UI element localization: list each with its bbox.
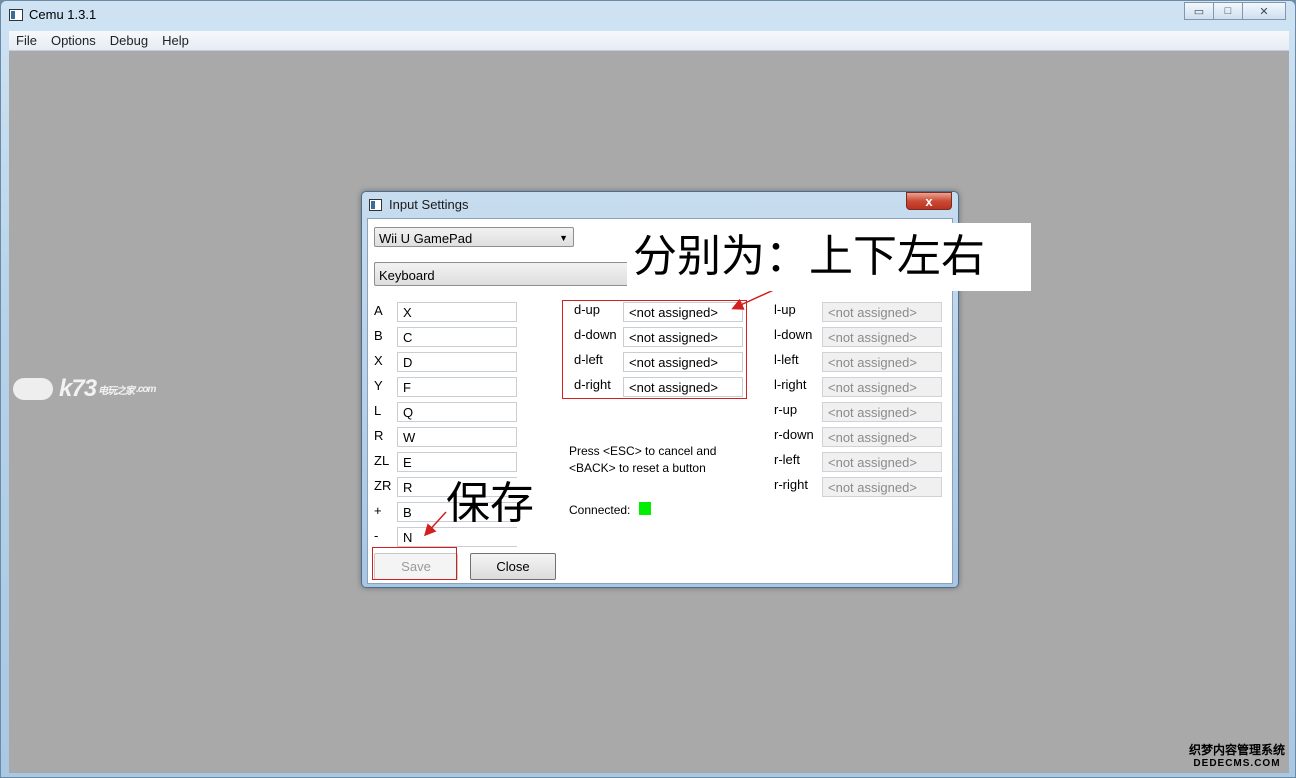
close-icon: ✕	[1259, 5, 1269, 18]
menu-help[interactable]: Help	[155, 33, 196, 48]
dpad-highlight-box	[562, 300, 747, 399]
stick-field-l-right[interactable]: <not assigned>	[822, 377, 942, 397]
stick-field-l-up[interactable]: <not assigned>	[822, 302, 942, 322]
connected-label: Connected:	[569, 503, 631, 517]
corner-watermark: 织梦内容管理系统 DEDECMS.COM	[1189, 741, 1285, 769]
dialog-window-icon	[369, 199, 382, 211]
controller-type-select[interactable]: Wii U GamePad ▼	[374, 227, 574, 247]
stick-label-l-left: l-left	[774, 352, 799, 367]
close-button[interactable]: Close	[470, 553, 556, 580]
menu-bar: File Options Debug Help	[9, 31, 1289, 51]
button-label-r: R	[374, 428, 384, 443]
watermark-logo-domain: .com	[136, 383, 156, 395]
site-watermark-logo: k73 电玩之家 .com	[13, 375, 156, 403]
title-bar[interactable]: Cemu 1.3.1 ▭ □ ✕	[1, 1, 1295, 31]
menu-debug[interactable]: Debug	[103, 33, 155, 48]
button-field-l[interactable]: Q	[397, 402, 517, 422]
button-field-minus[interactable]: N	[397, 527, 517, 547]
connected-status-indicator	[639, 502, 651, 515]
save-highlight-box	[372, 547, 457, 580]
minimize-icon: ▭	[1193, 5, 1205, 18]
app-title: Cemu 1.3.1	[29, 7, 97, 22]
button-label-zr: ZR	[374, 478, 392, 493]
corner-watermark-line2: DEDECMS.COM	[1193, 758, 1281, 769]
stick-label-r-right: r-right	[774, 477, 808, 492]
button-field-x[interactable]: D	[397, 352, 517, 372]
watermark-logo-subtext: 电玩之家	[98, 385, 135, 397]
dpad-annotation: 分别为：上下左右	[627, 223, 1031, 291]
close-window-button[interactable]: ✕	[1242, 2, 1286, 20]
dialog-title: Input Settings	[389, 197, 469, 212]
menu-options[interactable]: Options	[44, 33, 103, 48]
button-field-a[interactable]: X	[397, 302, 517, 322]
dialog-close-button[interactable]: x	[906, 192, 952, 210]
button-label-y: Y	[374, 378, 383, 393]
menu-file[interactable]: File	[9, 33, 44, 48]
stick-field-l-left[interactable]: <not assigned>	[822, 352, 942, 372]
close-icon: x	[925, 193, 933, 209]
save-annotation: 保存	[446, 478, 534, 529]
corner-watermark-line1: 织梦内容管理系统	[1188, 743, 1285, 757]
input-api-value: Keyboard	[379, 268, 435, 283]
stick-field-r-down[interactable]: <not assigned>	[822, 427, 942, 447]
maximize-button[interactable]: □	[1213, 2, 1243, 20]
app-window-icon	[9, 9, 23, 21]
stick-field-l-down[interactable]: <not assigned>	[822, 327, 942, 347]
help-text: Press <ESC> to cancel and <BACK> to rese…	[569, 443, 716, 477]
button-label-zl: ZL	[374, 453, 390, 468]
controller-type-value: Wii U GamePad	[379, 231, 473, 246]
button-field-y[interactable]: F	[397, 377, 517, 397]
maximize-icon: □	[1224, 5, 1232, 17]
stick-field-r-up[interactable]: <not assigned>	[822, 402, 942, 422]
stick-label-l-up: l-up	[774, 302, 796, 317]
button-label-a: A	[374, 303, 383, 318]
input-api-select[interactable]: Keyboard	[374, 262, 630, 286]
minimize-button[interactable]: ▭	[1184, 2, 1214, 20]
button-label-x: X	[374, 353, 383, 368]
stick-label-r-up: r-up	[774, 402, 798, 417]
help-text-line2: <BACK> to reset a button	[569, 461, 706, 475]
button-label-plus: +	[374, 503, 382, 518]
stick-label-r-down: r-down	[774, 427, 814, 442]
stick-label-l-right: l-right	[774, 377, 807, 392]
watermark-logo-text: k73	[59, 375, 97, 402]
button-field-r[interactable]: W	[397, 427, 517, 447]
button-field-b[interactable]: C	[397, 327, 517, 347]
button-label-b: B	[374, 328, 383, 343]
stick-field-r-right[interactable]: <not assigned>	[822, 477, 942, 497]
chevron-down-icon: ▼	[559, 233, 568, 243]
button-field-zl[interactable]: E	[397, 452, 517, 472]
button-label-l: L	[374, 403, 382, 418]
help-text-line1: Press <ESC> to cancel and	[569, 444, 717, 458]
stick-label-l-down: l-down	[774, 327, 813, 342]
gamepad-logo-icon	[13, 378, 53, 400]
button-label-minus: -	[374, 528, 379, 543]
stick-field-r-left[interactable]: <not assigned>	[822, 452, 942, 472]
window-controls: ▭ □ ✕	[1184, 2, 1286, 20]
stick-label-r-left: r-left	[774, 452, 800, 467]
